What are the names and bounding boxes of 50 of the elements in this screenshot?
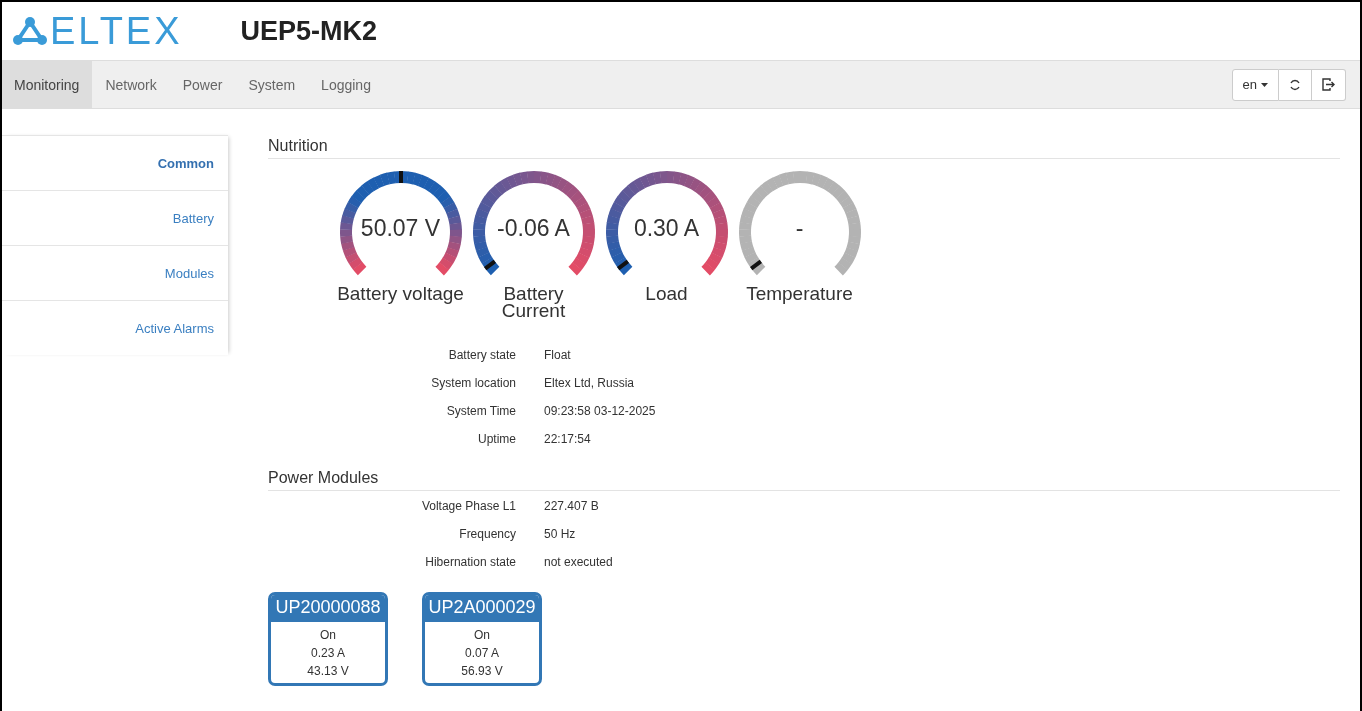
gauge-label: Load: [644, 285, 689, 302]
module-state: On: [319, 627, 337, 644]
module-current: 0.23 A: [310, 645, 346, 662]
module-voltage: 43.13 V: [306, 663, 350, 680]
logo-text: ELTEX: [50, 9, 183, 53]
gauge-value: -: [794, 215, 805, 242]
gauge-label: Battery voltage: [336, 285, 465, 302]
info-value: Eltex Ltd, Russia: [544, 375, 636, 392]
info-value: not executed: [544, 554, 614, 571]
info-value: Float: [544, 347, 572, 364]
language-button[interactable]: en: [1231, 68, 1279, 101]
sidebar-item[interactable]: Modules: [2, 245, 228, 300]
info-value: 50 Hz: [544, 526, 577, 543]
gauge-value: 0.30 A: [632, 215, 701, 242]
info-label: Battery state: [447, 347, 516, 364]
section-title: Nutrition: [268, 137, 1340, 159]
info-label: System location: [430, 375, 516, 392]
device-title: UEP5-MK2: [240, 15, 378, 47]
gauge-value: -0.06 A: [496, 215, 571, 242]
info-label: Uptime: [477, 431, 516, 448]
info-value: 09:23:58 03-12-2025: [544, 403, 657, 420]
gauge-value: 50.07 V: [359, 215, 442, 242]
module-state: On: [473, 627, 491, 644]
info-label: Hibernation state: [424, 554, 516, 571]
logo-icon: [12, 16, 48, 46]
refresh-button[interactable]: [1279, 68, 1312, 101]
module-voltage: 56.93 V: [460, 663, 504, 680]
module-name: UP20000088: [271, 595, 385, 622]
nav-tab[interactable]: Power: [169, 61, 236, 108]
sidebar-item[interactable]: Battery: [2, 190, 228, 245]
sidebar-item[interactable]: Common: [2, 135, 228, 190]
refresh-icon: [1289, 78, 1301, 91]
info-value: 227.407 B: [544, 498, 600, 515]
caret-icon: [1261, 82, 1268, 87]
info-label: Voltage Phase L1: [420, 498, 516, 515]
section-title: Power Modules: [268, 469, 1340, 491]
info-label: Frequency: [458, 526, 516, 543]
sidebar-item[interactable]: Active Alarms: [2, 300, 228, 355]
module-name: UP2A000029: [425, 595, 539, 622]
nav-tab[interactable]: System: [235, 61, 309, 108]
logout-icon: [1322, 78, 1335, 91]
nav-tab[interactable]: Monitoring: [2, 61, 93, 108]
info-label: System Time: [445, 403, 516, 420]
logout-button[interactable]: [1312, 68, 1346, 101]
gauge-label: Battery Current: [500, 285, 567, 319]
nav-tab[interactable]: Network: [92, 61, 170, 108]
nav-tab[interactable]: Logging: [308, 61, 384, 108]
info-value: 22:17:54: [544, 431, 592, 448]
gauge-label: Temperature: [745, 285, 854, 302]
module-current: 0.07 A: [464, 645, 500, 662]
